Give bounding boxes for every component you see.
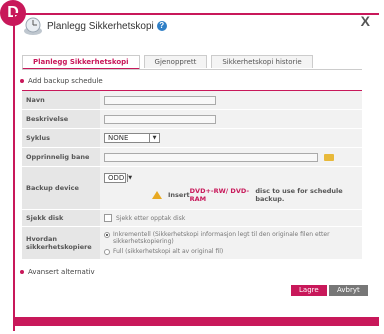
- sjekk-disk-checkbox[interactable]: [104, 214, 112, 222]
- full-label: Full (sikkerhetskopi alt av original fil…: [113, 248, 224, 255]
- warning-media: DVD+-RW/ DVD-RAM: [189, 187, 250, 203]
- backup-device-label: Backup device: [22, 167, 100, 209]
- tab-bar: Planlegg Sikkerhetskopi Gjenopprett Sikk…: [22, 55, 317, 70]
- hvordan-label: Hvordan sikkerhetskopiere: [22, 227, 100, 259]
- help-icon[interactable]: ?: [156, 21, 167, 32]
- warning-prefix: Insert: [168, 191, 190, 199]
- full-radio[interactable]: [104, 248, 110, 255]
- option-full[interactable]: Full (sikkerhetskopi alt av original fil…: [104, 248, 223, 255]
- warning-suffix: disc to use for schedule backup.: [255, 187, 343, 203]
- section-add-schedule: Add backup schedule: [20, 77, 103, 85]
- backup-device-select[interactable]: ODD ▼: [104, 173, 132, 183]
- beskrivelse-label: Beskrivelse: [22, 110, 100, 128]
- incremental-label: Inkrementell (Sikkerhetskopi informasjon…: [113, 231, 330, 245]
- dialog-title: Planlegg Sikkerhetskopi?: [47, 21, 167, 32]
- row-hvordan: Hvordan sikkerhetskopiere Inkrementell (…: [22, 227, 362, 260]
- tab-historie[interactable]: Sikkerhetskopi historie: [211, 55, 313, 68]
- row-syklus: Syklus NONE ▼: [22, 129, 362, 148]
- row-sjekk-disk: Sjekk disk Sjekk etter opptak disk: [22, 210, 362, 227]
- section-advanced-label: Avansert alternativ: [28, 268, 95, 276]
- backup-device-warning: Insert DVD+-RW/ DVD-RAM disc to use for …: [152, 187, 358, 203]
- opprinnelig-label: Opprinnelig bane: [22, 148, 100, 166]
- chevron-down-icon: ▼: [149, 134, 159, 142]
- beskrivelse-input[interactable]: [104, 114, 216, 124]
- syklus-label: Syklus: [22, 129, 100, 147]
- cancel-button[interactable]: Avbryt: [329, 285, 368, 296]
- sjekk-disk-label: Sjekk disk: [22, 210, 100, 226]
- section-add-label: Add backup schedule: [28, 77, 103, 85]
- schedule-form: Navn Beskrivelse Syklus NONE ▼ Opprinnel…: [22, 90, 362, 260]
- bullet-icon: [20, 79, 24, 83]
- section-advanced[interactable]: Avansert alternativ: [20, 268, 95, 276]
- bullet-icon: [20, 270, 24, 274]
- opprinnelig-input[interactable]: [104, 152, 318, 162]
- dialog-title-text: Planlegg Sikkerhetskopi: [47, 21, 154, 32]
- tab-gjenopprett[interactable]: Gjenopprett: [143, 55, 208, 68]
- row-opprinnelig: Opprinnelig bane: [22, 148, 362, 167]
- tab-divider: [22, 69, 362, 70]
- folder-icon[interactable]: [324, 153, 334, 161]
- syklus-value: NONE: [108, 134, 129, 142]
- close-icon[interactable]: X: [361, 13, 370, 29]
- footer-bar: [15, 317, 379, 326]
- backup-device-value: ODD: [108, 174, 125, 182]
- syklus-select[interactable]: NONE ▼: [104, 133, 160, 143]
- navn-input[interactable]: [104, 95, 216, 105]
- sjekk-disk-option: Sjekk etter opptak disk: [116, 214, 186, 222]
- option-incremental[interactable]: Inkrementell (Sikkerhetskopi informasjon…: [104, 231, 358, 245]
- chevron-down-icon: ▼: [127, 174, 133, 182]
- save-button[interactable]: Lagre: [291, 285, 327, 296]
- navn-label: Navn: [22, 91, 100, 109]
- row-backup-device: Backup device ODD ▼ Insert DVD+-RW/ DVD-…: [22, 167, 362, 210]
- row-navn: Navn: [22, 91, 362, 110]
- warning-icon: [152, 191, 162, 199]
- incremental-radio[interactable]: [104, 232, 110, 238]
- tab-planlegg[interactable]: Planlegg Sikkerhetskopi: [22, 55, 140, 70]
- row-beskrivelse: Beskrivelse: [22, 110, 362, 129]
- backup-schedule-icon: [24, 17, 42, 35]
